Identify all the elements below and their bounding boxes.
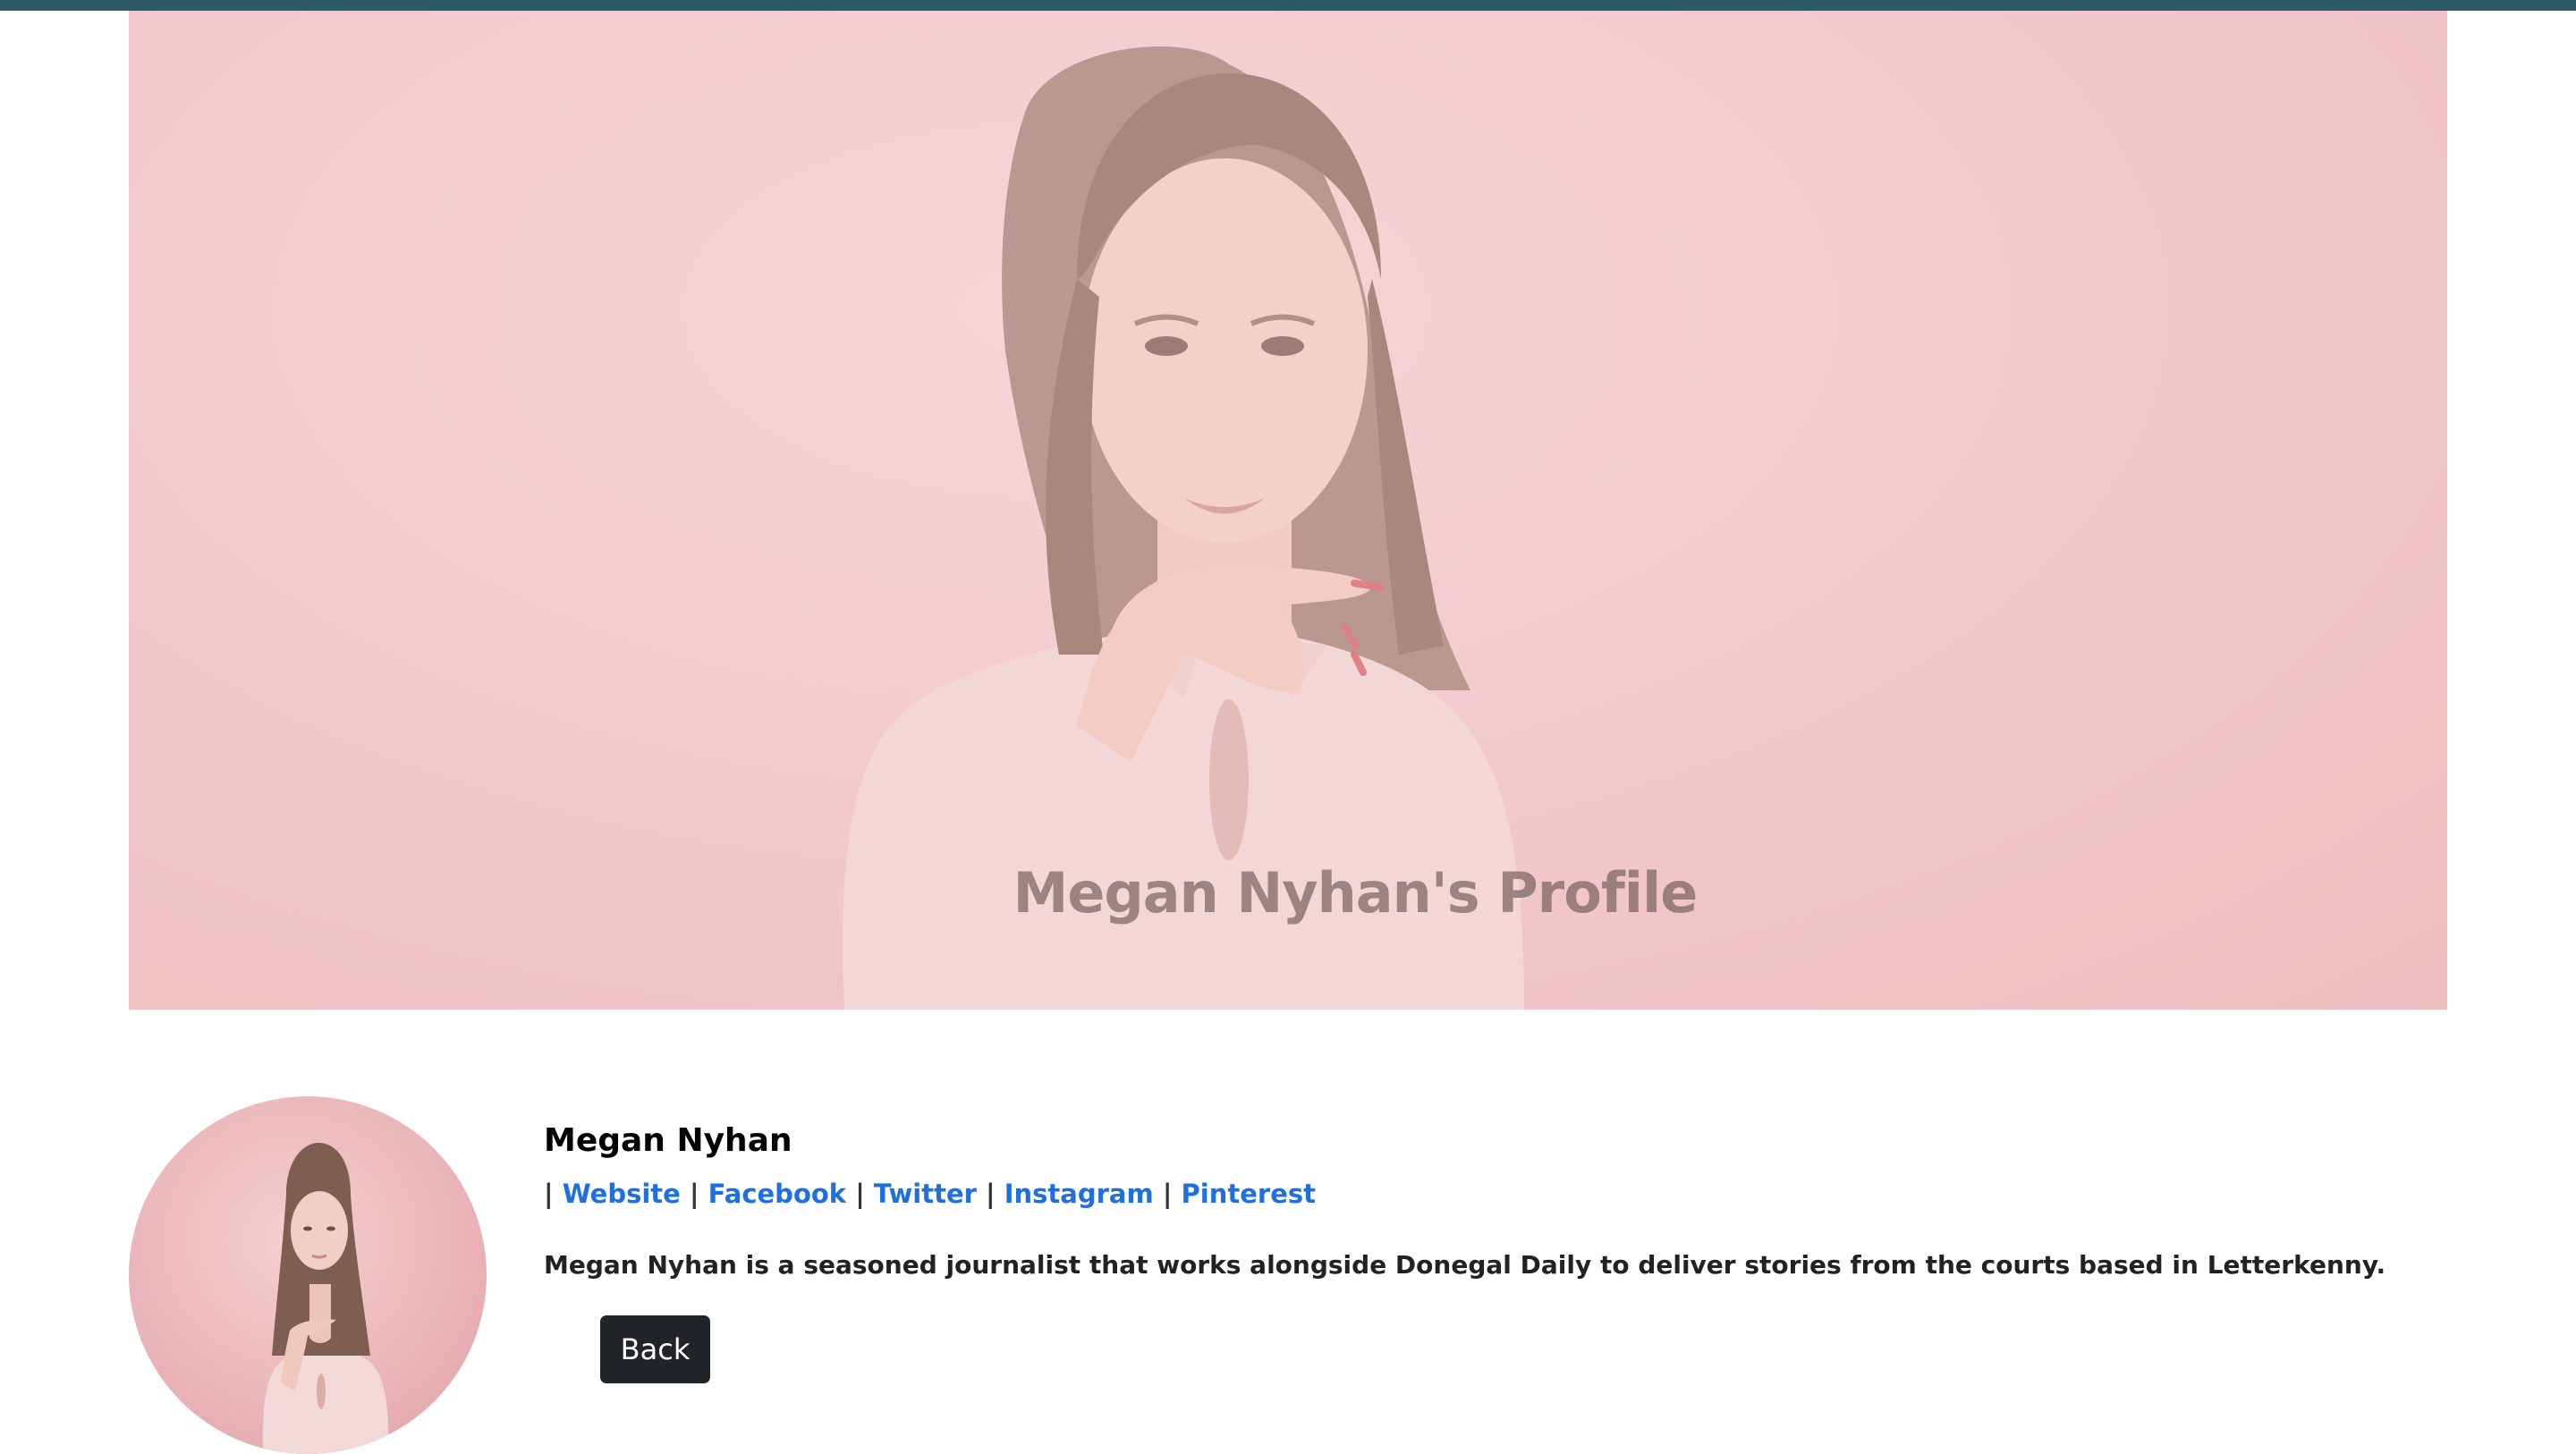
link-separator: |	[544, 1179, 563, 1209]
pinterest-link[interactable]: Pinterest	[1182, 1179, 1316, 1209]
profile-bio: Megan Nyhan is a seasoned journalist tha…	[544, 1250, 2386, 1280]
twitter-link[interactable]: Twitter	[874, 1179, 977, 1209]
hero-banner: Megan Nyhan's Profile	[129, 11, 2447, 1010]
avatar	[129, 1096, 487, 1454]
profile-name: Megan Nyhan	[544, 1122, 792, 1159]
website-link[interactable]: Website	[563, 1179, 681, 1209]
avatar-portrait-image	[262, 1143, 389, 1454]
link-separator: |	[986, 1179, 1004, 1209]
facebook-link[interactable]: Facebook	[708, 1179, 846, 1209]
link-separator: |	[855, 1179, 874, 1209]
social-links: | Website | Facebook | Twitter | Instagr…	[544, 1179, 1316, 1209]
link-separator: |	[1162, 1179, 1182, 1209]
instagram-link[interactable]: Instagram	[1004, 1179, 1154, 1209]
link-separator: |	[689, 1179, 708, 1209]
back-button[interactable]: Back	[600, 1315, 710, 1383]
top-bar	[0, 0, 2576, 11]
hero-title: Megan Nyhan's Profile	[1013, 860, 1699, 926]
